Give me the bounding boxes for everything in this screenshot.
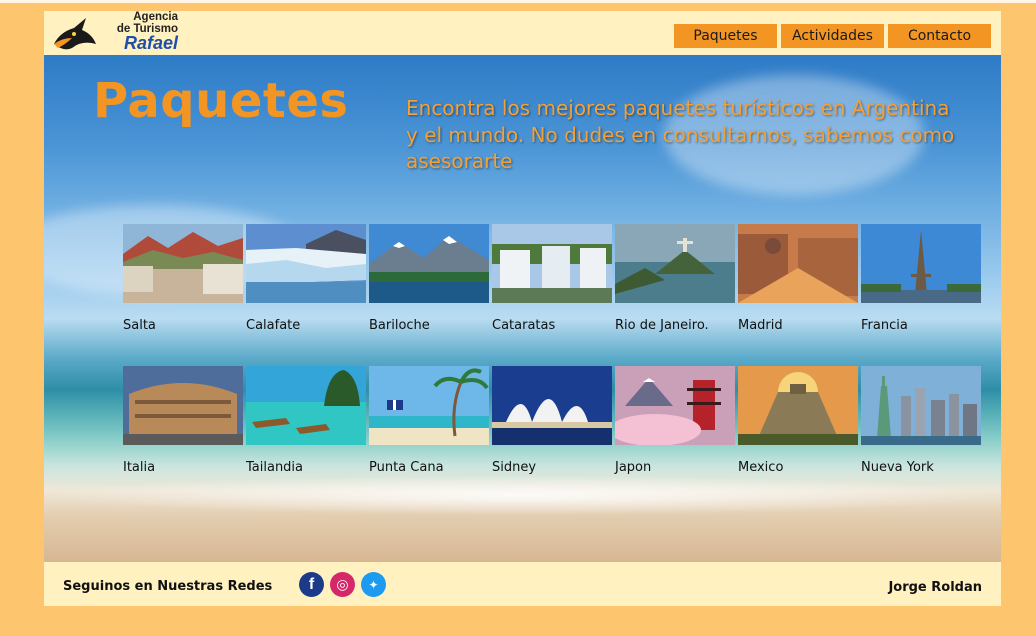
destination-card-italia[interactable]: Italia <box>123 366 246 475</box>
footer: Seguinos en Nuestras Redes f ◎ ✦ Jorge R… <box>44 562 1001 606</box>
destination-card-cataratas[interactable]: Cataratas <box>492 224 615 333</box>
tailandia-photo <box>246 366 366 445</box>
destinations-row: Italia Tailandia Punta Cana Sidney Japon… <box>123 366 984 475</box>
page-container: Agencia de Turismo Rafael Paquetes Activ… <box>44 11 1001 606</box>
hero-banner: Paquetes Encontra los mejores paquetes t… <box>44 55 1001 562</box>
destination-label: Calafate <box>246 318 301 333</box>
destination-card-calafate[interactable]: Calafate <box>246 224 369 333</box>
destination-label: Mexico <box>738 460 784 475</box>
facebook-icon[interactable]: f <box>299 572 324 597</box>
author-name: Jorge Roldan <box>888 580 982 595</box>
destination-label: Italia <box>123 460 156 475</box>
destination-label: Madrid <box>738 318 783 333</box>
nav-paquetes[interactable]: Paquetes <box>674 24 777 48</box>
destination-card-rio[interactable]: Rio de Janeiro. <box>615 224 738 333</box>
destinations-row: Salta Calafate Bariloche Cataratas Rio d… <box>123 224 984 333</box>
mexico-photo <box>738 366 858 445</box>
page-subtitle: Encontra los mejores paquetes turísticos… <box>406 96 955 173</box>
destination-card-salta[interactable]: Salta <box>123 224 246 333</box>
destination-label: Tailandia <box>246 460 304 475</box>
destination-card-bariloche[interactable]: Bariloche <box>369 224 492 333</box>
punta-cana-photo <box>369 366 489 445</box>
italia-photo <box>123 366 243 445</box>
nueva-york-photo <box>861 366 981 445</box>
destination-card-tailandia[interactable]: Tailandia <box>246 366 369 475</box>
wave-foam <box>44 475 1001 515</box>
cataratas-photo <box>492 224 612 303</box>
destination-card-punta-cana[interactable]: Punta Cana <box>369 366 492 475</box>
brand-logo[interactable]: Agencia de Turismo Rafael <box>52 11 178 54</box>
brand-line-3: Rafael <box>123 33 178 53</box>
sidney-photo <box>492 366 612 445</box>
destination-label: Cataratas <box>492 318 556 333</box>
nav-contacto[interactable]: Contacto <box>888 24 991 48</box>
rio-photo <box>615 224 735 303</box>
twitter-icon[interactable]: ✦ <box>361 572 386 597</box>
japon-photo <box>615 366 735 445</box>
destination-card-japon[interactable]: Japon <box>615 366 738 475</box>
destination-label: Francia <box>861 318 908 333</box>
destination-label: Nueva York <box>861 460 934 475</box>
destination-label: Sidney <box>492 460 537 475</box>
bariloche-photo <box>369 224 489 303</box>
destination-card-francia[interactable]: Francia <box>861 224 984 333</box>
destination-card-sidney[interactable]: Sidney <box>492 366 615 475</box>
francia-photo <box>861 224 981 303</box>
instagram-icon[interactable]: ◎ <box>330 572 355 597</box>
social-links: f ◎ ✦ <box>299 572 386 597</box>
header: Agencia de Turismo Rafael Paquetes Activ… <box>44 11 1001 55</box>
follow-us-text: Seguinos en Nuestras Redes <box>63 579 273 594</box>
nav-actividades[interactable]: Actividades <box>781 24 884 48</box>
destination-card-mexico[interactable]: Mexico <box>738 366 861 475</box>
destination-label: Japon <box>615 460 652 475</box>
calafate-photo <box>246 224 366 303</box>
salta-photo <box>123 224 243 303</box>
destination-label: Salta <box>123 318 156 333</box>
brand-line-1: Agencia <box>133 11 178 23</box>
destination-label: Punta Cana <box>369 460 444 475</box>
page-title: Paquetes <box>93 73 349 129</box>
top-strip <box>0 0 1036 3</box>
destination-card-madrid[interactable]: Madrid <box>738 224 861 333</box>
main-nav: Paquetes Actividades Contacto <box>674 24 991 48</box>
destination-label: Bariloche <box>369 318 430 333</box>
destination-card-nueva-york[interactable]: Nueva York <box>861 366 984 475</box>
madrid-photo <box>738 224 858 303</box>
destination-label: Rio de Janeiro. <box>615 318 709 333</box>
